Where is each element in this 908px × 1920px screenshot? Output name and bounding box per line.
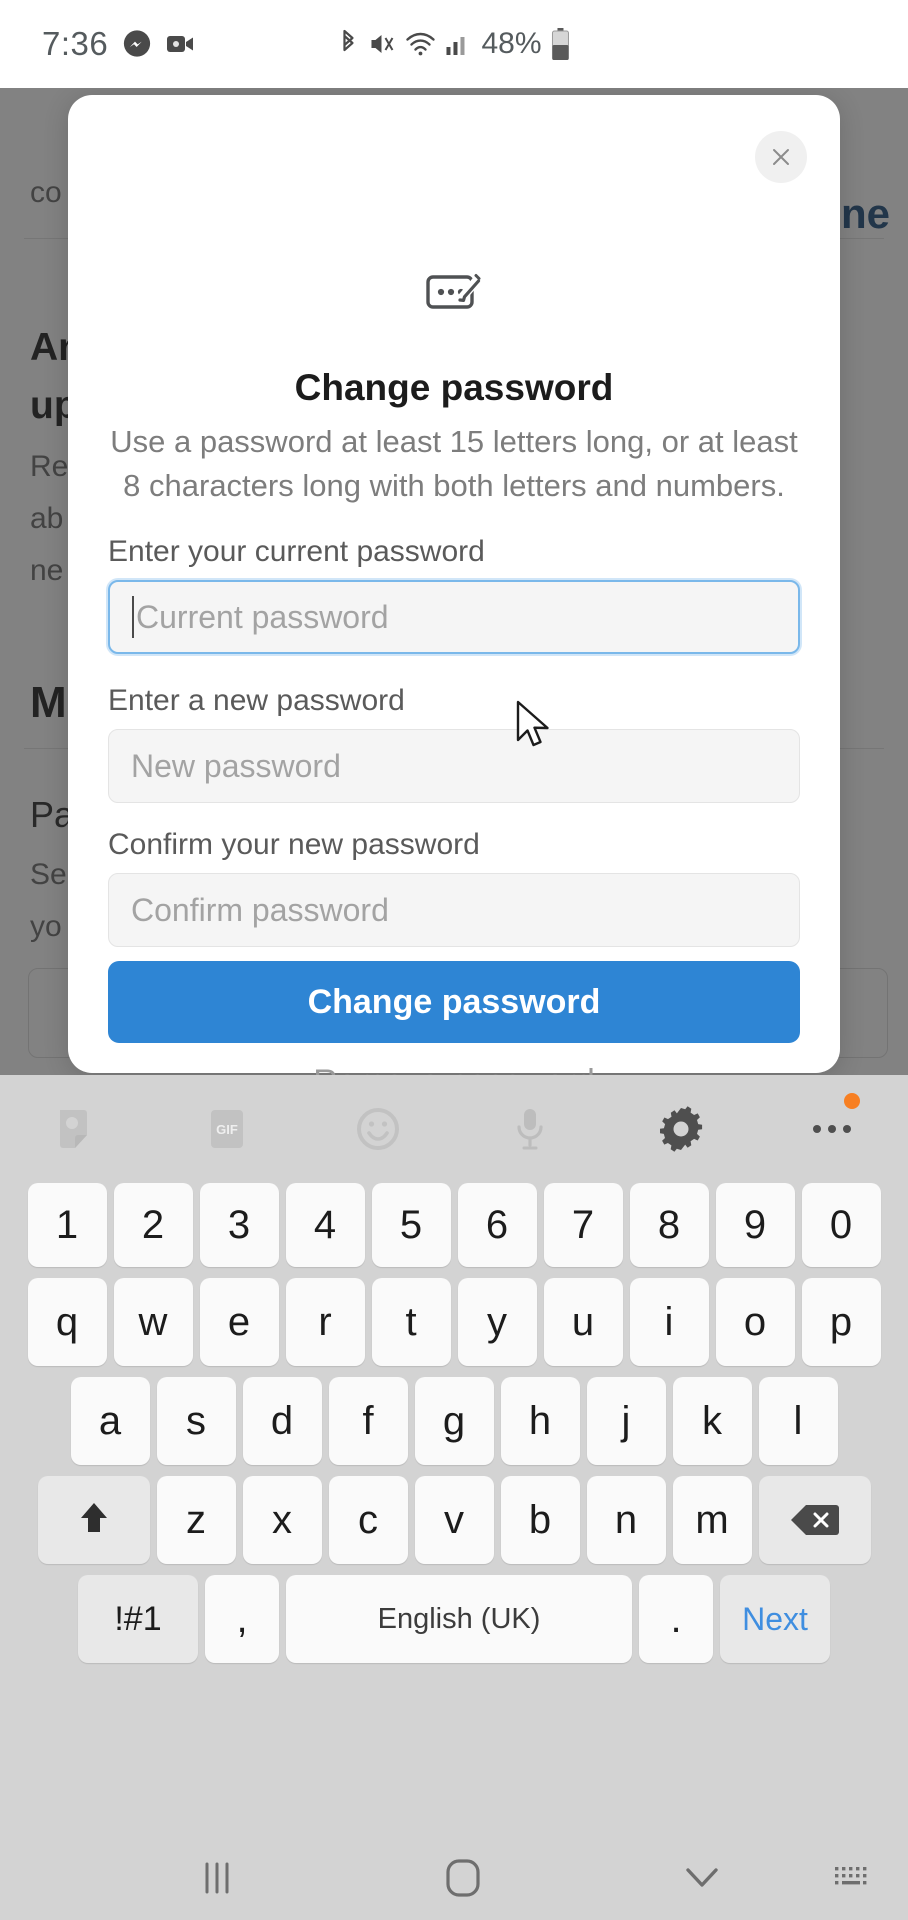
system-navigation-bar (0, 1835, 908, 1920)
change-password-form: Enter your current password Current pass… (68, 535, 840, 947)
key-z[interactable]: z (156, 1476, 236, 1564)
mute-icon (368, 30, 396, 58)
confirm-password-label: Confirm your new password (108, 828, 480, 861)
change-password-button[interactable]: Change password (108, 961, 800, 1043)
status-bar-left: 7:36 (42, 25, 196, 63)
on-screen-keyboard: GIF 1 2 3 4 5 6 7 8 9 0 q w e r t y u i … (0, 1075, 908, 1835)
keyboard-row-top: q w e r t y u i o p (0, 1278, 908, 1366)
key-i[interactable]: i (629, 1278, 709, 1366)
recent-apps-icon[interactable] (200, 1860, 234, 1896)
keyboard-row-numbers: 1 2 3 4 5 6 7 8 9 0 (0, 1183, 908, 1267)
key-1[interactable]: 1 (27, 1183, 107, 1267)
cellular-signal-icon (444, 31, 470, 57)
more-options-icon[interactable] (757, 1075, 908, 1183)
new-password-placeholder: New password (131, 747, 341, 784)
new-password-group: Enter a new password New password (68, 684, 840, 803)
keyboard-row-functions: !#1 , English (UK) . Next (0, 1575, 908, 1663)
confirm-password-input[interactable]: Confirm password (108, 873, 800, 947)
backspace-icon[interactable] (758, 1476, 871, 1564)
key-r[interactable]: r (285, 1278, 365, 1366)
key-l[interactable]: l (758, 1377, 838, 1465)
confirm-password-placeholder: Confirm password (131, 891, 389, 928)
keyboard-row-bottom-letters: z x c v b n m (0, 1476, 908, 1564)
key-y[interactable]: y (457, 1278, 537, 1366)
shift-icon[interactable] (37, 1476, 150, 1564)
key-b[interactable]: b (500, 1476, 580, 1564)
keyboard-row-home: a s d f g h j k l (0, 1377, 908, 1465)
settings-gear-icon[interactable] (605, 1075, 756, 1183)
video-camera-icon (166, 33, 196, 55)
svg-text:GIF: GIF (216, 1122, 238, 1137)
key-m[interactable]: m (672, 1476, 752, 1564)
back-chevron-icon[interactable] (682, 1864, 722, 1892)
home-icon[interactable] (444, 1857, 482, 1899)
gif-icon[interactable]: GIF (151, 1075, 302, 1183)
confirm-password-group: Confirm your new password Confirm passwo… (68, 828, 840, 947)
key-g[interactable]: g (414, 1377, 494, 1465)
key-e[interactable]: e (199, 1278, 279, 1366)
dialog-subtitle: Use a password at least 15 letters long,… (110, 424, 798, 503)
battery-percent-label: 48% (481, 27, 542, 60)
battery-icon (551, 28, 571, 60)
dialog-title: Change password (294, 367, 614, 408)
key-2[interactable]: 2 (113, 1183, 193, 1267)
current-password-group: Enter your current password Current pass… (68, 535, 840, 654)
status-bar-right: 48% (337, 27, 570, 61)
key-t[interactable]: t (371, 1278, 451, 1366)
space-key[interactable]: English (UK) (286, 1575, 632, 1663)
key-d[interactable]: d (242, 1377, 322, 1465)
key-j[interactable]: j (586, 1377, 666, 1465)
wifi-icon (405, 31, 435, 57)
status-time: 7:36 (42, 25, 109, 62)
key-f[interactable]: f (328, 1377, 408, 1465)
key-h[interactable]: h (500, 1377, 580, 1465)
key-k[interactable]: k (672, 1377, 752, 1465)
current-password-input[interactable]: Current password (108, 580, 800, 654)
key-n[interactable]: n (586, 1476, 666, 1564)
key-o[interactable]: o (715, 1278, 795, 1366)
hide-keyboard-icon[interactable] (832, 1862, 872, 1894)
key-0[interactable]: 0 (801, 1183, 881, 1267)
key-v[interactable]: v (414, 1476, 494, 1564)
close-icon[interactable] (755, 131, 807, 183)
emoji-icon[interactable] (303, 1075, 454, 1183)
key-4[interactable]: 4 (285, 1183, 365, 1267)
key-c[interactable]: c (328, 1476, 408, 1564)
key-8[interactable]: 8 (629, 1183, 709, 1267)
microphone-icon[interactable] (454, 1075, 605, 1183)
password-edit-icon (68, 263, 840, 317)
next-key[interactable]: Next (720, 1575, 830, 1663)
phone-screen: co An up Re ab ne M Pa Se yo ne 7:36 (0, 0, 908, 1920)
key-6[interactable]: 6 (457, 1183, 537, 1267)
bluetooth-icon (337, 29, 359, 59)
keyboard-toolbar: GIF (0, 1075, 908, 1183)
new-password-label: Enter a new password (108, 684, 405, 717)
period-key[interactable]: . (639, 1575, 713, 1663)
key-q[interactable]: q (27, 1278, 107, 1366)
sticker-icon[interactable] (0, 1075, 151, 1183)
change-password-dialog: Change password Use a password at least … (68, 95, 840, 1101)
current-password-label: Enter your current password (108, 535, 485, 568)
status-bar: 7:36 48% (0, 0, 908, 88)
key-p[interactable]: p (801, 1278, 881, 1366)
symbols-key[interactable]: !#1 (78, 1575, 198, 1663)
key-a[interactable]: a (70, 1377, 150, 1465)
current-password-placeholder: Current password (136, 598, 389, 635)
key-7[interactable]: 7 (543, 1183, 623, 1267)
key-x[interactable]: x (242, 1476, 322, 1564)
key-u[interactable]: u (543, 1278, 623, 1366)
key-5[interactable]: 5 (371, 1183, 451, 1267)
notification-badge (843, 1093, 860, 1109)
text-caret (132, 596, 134, 638)
key-3[interactable]: 3 (199, 1183, 279, 1267)
key-9[interactable]: 9 (715, 1183, 795, 1267)
new-password-input[interactable]: New password (108, 729, 800, 803)
messenger-icon (122, 29, 152, 59)
key-s[interactable]: s (156, 1377, 236, 1465)
key-w[interactable]: w (113, 1278, 193, 1366)
comma-key[interactable]: , (205, 1575, 279, 1663)
